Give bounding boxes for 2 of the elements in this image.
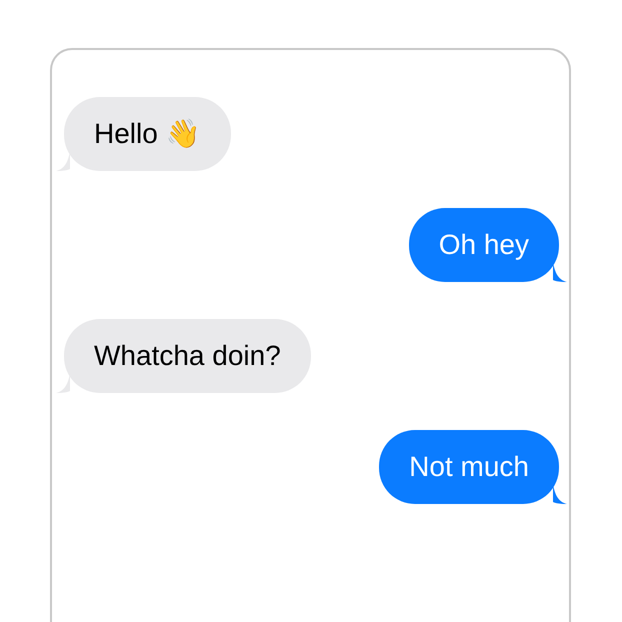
bubble-tail-icon bbox=[553, 262, 567, 282]
bubble-tail-icon bbox=[553, 484, 567, 504]
